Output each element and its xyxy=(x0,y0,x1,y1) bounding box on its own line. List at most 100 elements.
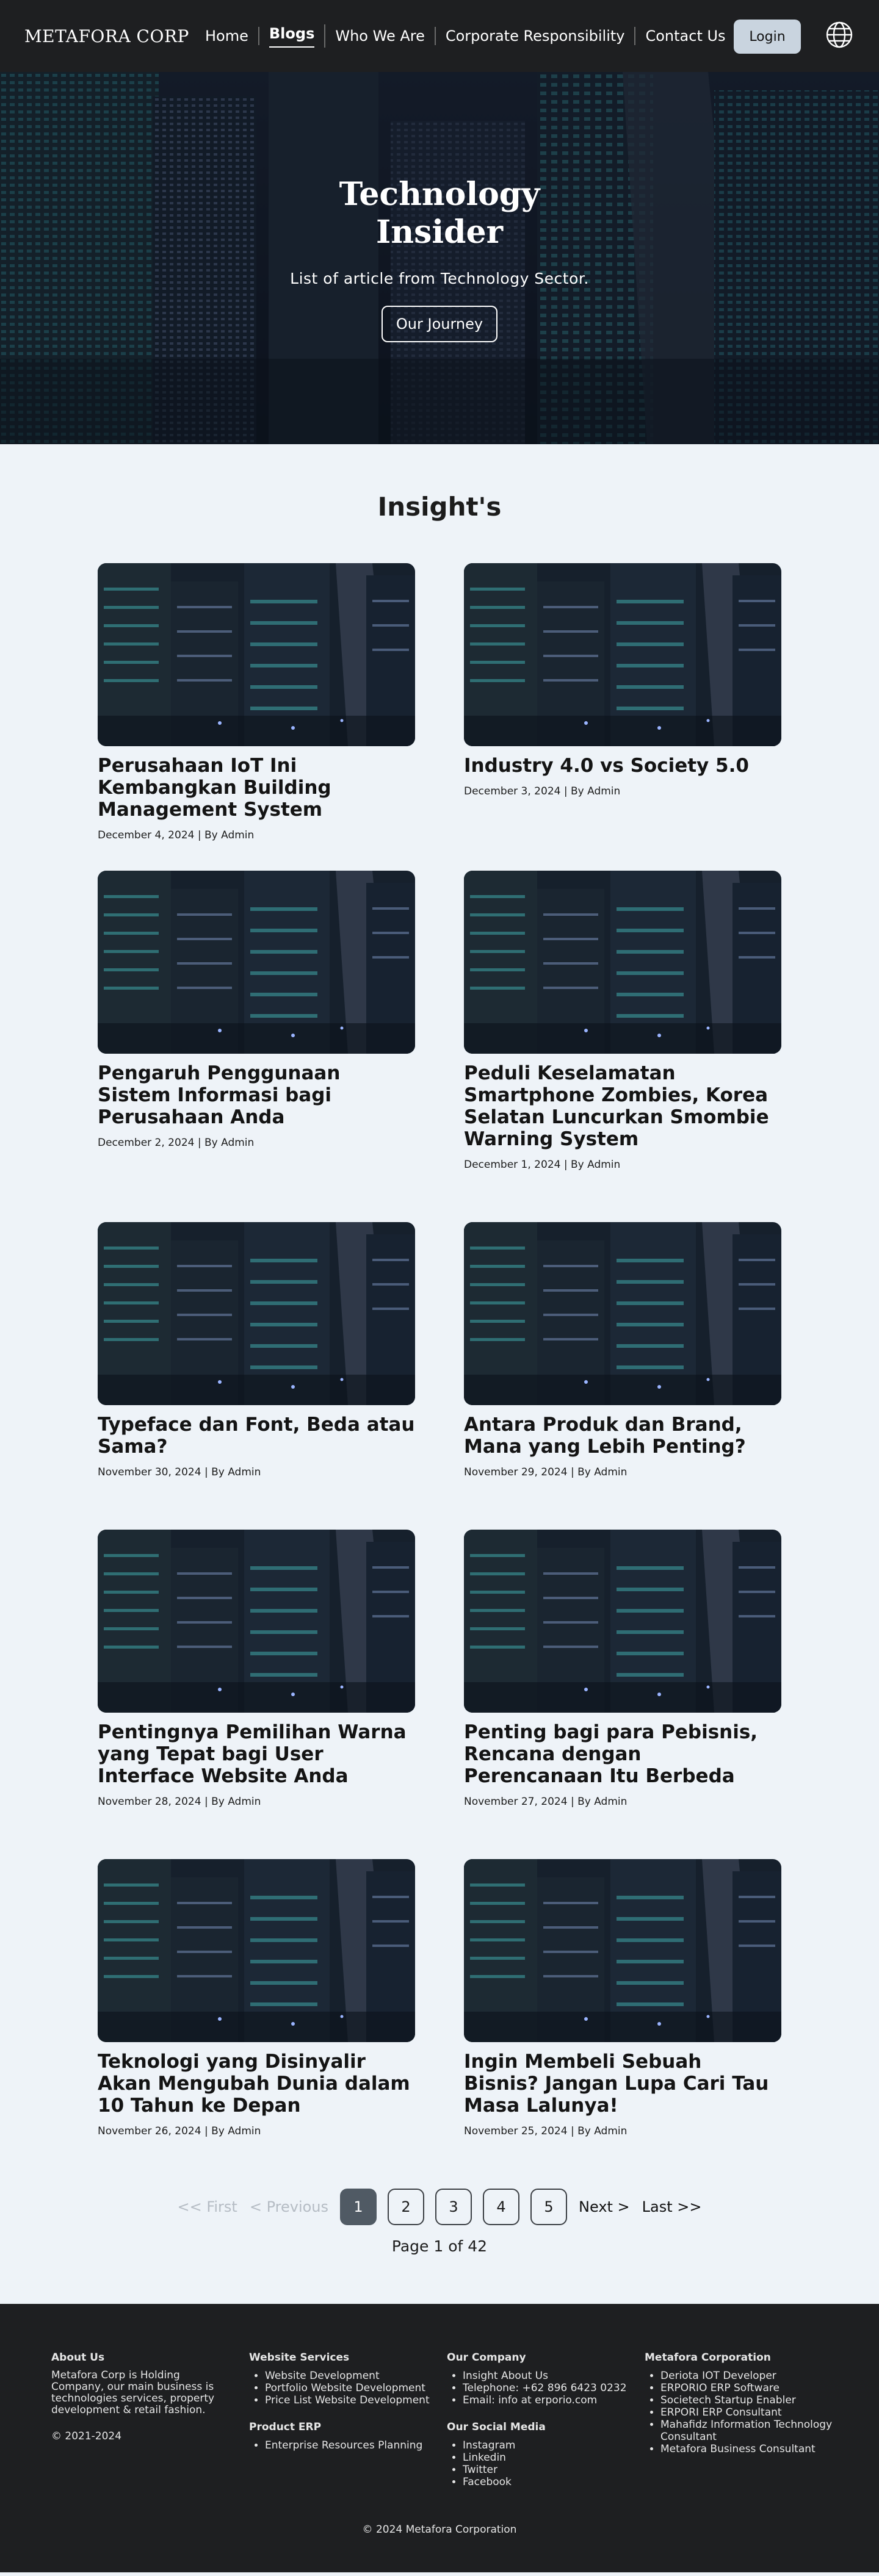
nav-corporate-responsibility-link[interactable]: Corporate Responsibility xyxy=(436,27,636,45)
our-journey-button[interactable]: Our Journey xyxy=(381,306,498,342)
footer-list-item: Mahafidz Information Technology Consulta… xyxy=(660,2419,842,2443)
footer-link[interactable]: ERPORIO ERP Software xyxy=(660,2382,780,2394)
article-card[interactable]: Industry 4.0 vs Society 5.0 December 3, 2… xyxy=(464,563,781,871)
top-navbar: METAFORA CORP Home Blogs Who We Are Corp… xyxy=(0,0,879,72)
article-title[interactable]: Teknologi yang Disinyalir Akan Mengubah … xyxy=(98,2051,415,2117)
article-thumbnail[interactable] xyxy=(98,563,415,746)
footer-about-heading: About Us xyxy=(51,2351,105,2364)
nav-contact-us-link[interactable]: Contact Us xyxy=(635,27,735,45)
page-5-button[interactable]: 5 xyxy=(530,2189,568,2225)
login-button[interactable]: Login xyxy=(734,20,801,54)
footer-services: Website Services Website DevelopmentPort… xyxy=(249,2351,447,2488)
footer-list-item: Enterprise Resources Planning xyxy=(265,2439,447,2452)
footer-list-item: ERPORI ERP Consultant xyxy=(660,2406,842,2419)
article-title[interactable]: Antara Produk dan Brand, Mana yang Lebih… xyxy=(464,1414,781,1458)
article-thumbnail[interactable] xyxy=(464,1222,781,1405)
article-thumbnail[interactable] xyxy=(464,871,781,1054)
article-title[interactable]: Typeface dan Font, Beda atau Sama? xyxy=(98,1414,415,1458)
footer-about: About Us Metafora Corp is Holding Compan… xyxy=(51,2351,249,2488)
footer-link[interactable]: Insight About Us xyxy=(463,2370,548,2382)
footer-list-item: Facebook xyxy=(463,2476,645,2488)
article-thumbnail[interactable] xyxy=(464,1859,781,2042)
article-card[interactable]: Perusahaan IoT Ini Kembangkan Building M… xyxy=(98,563,415,871)
hero-content: Technology Insider List of article from … xyxy=(0,176,879,342)
footer-list-item: Telephone: +62 896 6423 0232 xyxy=(463,2382,645,2394)
previous-page-link[interactable]: < Previous xyxy=(250,2198,328,2215)
nav-blogs-link[interactable]: Blogs xyxy=(259,24,326,48)
footer-link[interactable]: ERPORI ERP Consultant xyxy=(660,2406,782,2419)
nav-who-we-are-link[interactable]: Who We Are xyxy=(325,27,436,45)
footer-link[interactable]: Societech Startup Enabler xyxy=(660,2394,796,2406)
article-meta: November 27, 2024 | By Admin xyxy=(464,1796,628,1808)
page-2-button[interactable]: 2 xyxy=(388,2189,425,2225)
footer-copyright-range: © 2021-2024 xyxy=(51,2430,122,2442)
footer-link[interactable]: Deriota IOT Developer xyxy=(660,2370,776,2382)
article-card[interactable]: Pengaruh Penggunaan Sistem Informasi bag… xyxy=(98,871,415,1222)
page-3-button[interactable]: 3 xyxy=(435,2189,472,2225)
footer-link[interactable]: Price List Website Development xyxy=(265,2394,430,2406)
article-thumbnail[interactable] xyxy=(98,1222,415,1405)
first-page-link[interactable]: << First xyxy=(177,2198,237,2215)
article-title[interactable]: Penting bagi para Pebisnis, Rencana deng… xyxy=(464,1721,781,1787)
footer-list-item: Price List Website Development xyxy=(265,2394,447,2406)
footer-corporation: Metafora Corporation Deriota IOT Develop… xyxy=(645,2351,842,2488)
footer-link[interactable]: Instagram xyxy=(463,2439,516,2452)
footer-link[interactable]: Linkedin xyxy=(463,2452,506,2464)
article-title[interactable]: Pengaruh Penggunaan Sistem Informasi bag… xyxy=(98,1062,415,1128)
footer-link[interactable]: Facebook xyxy=(463,2476,512,2488)
footer-services-heading: Website Services xyxy=(249,2351,350,2364)
article-meta: November 28, 2024 | By Admin xyxy=(98,1796,261,1808)
footer-list-item: Insight About Us xyxy=(463,2370,645,2382)
article-card[interactable]: Pentingnya Pemilihan Warna yang Tepat ba… xyxy=(98,1530,415,1859)
footer-list-item: Instagram xyxy=(463,2439,645,2452)
article-card[interactable]: Typeface dan Font, Beda atau Sama? Novemb… xyxy=(98,1222,415,1530)
article-thumbnail[interactable] xyxy=(464,563,781,746)
article-card[interactable]: Ingin Membeli Sebuah Bisnis? Jangan Lupa… xyxy=(464,1859,781,2189)
pagination: << First < Previous 1 2 3 4 5 Next > Las… xyxy=(0,2189,879,2225)
last-page-link[interactable]: Last >> xyxy=(642,2198,702,2215)
article-card[interactable]: Teknologi yang Disinyalir Akan Mengubah … xyxy=(98,1859,415,2189)
globe-icon[interactable] xyxy=(825,21,853,49)
footer-link[interactable]: Mahafidz Information Technology Consulta… xyxy=(660,2419,832,2443)
footer-link[interactable]: Portfolio Website Development xyxy=(265,2382,425,2394)
article-card[interactable]: Antara Produk dan Brand, Mana yang Lebih… xyxy=(464,1222,781,1530)
article-meta: November 29, 2024 | By Admin xyxy=(464,1466,628,1478)
next-page-link[interactable]: Next > xyxy=(579,2198,630,2215)
footer-about-text: Metafora Corp is Holding Company, our ma… xyxy=(51,2369,215,2416)
footer-list-item: Twitter xyxy=(463,2464,645,2476)
footer-corporation-heading: Metafora Corporation xyxy=(645,2351,771,2364)
article-title[interactable]: Ingin Membeli Sebuah Bisnis? Jangan Lupa… xyxy=(464,2051,781,2117)
article-thumbnail[interactable] xyxy=(464,1530,781,1713)
article-meta: December 2, 2024 | By Admin xyxy=(98,1137,255,1149)
article-title[interactable]: Peduli Keselamatan Smartphone Zombies, K… xyxy=(464,1062,781,1150)
nav-home-link[interactable]: Home xyxy=(195,27,259,45)
footer-link[interactable]: Website Development xyxy=(265,2370,380,2382)
footer-list-item: ERPORIO ERP Software xyxy=(660,2382,842,2394)
site-footer: About Us Metafora Corp is Holding Compan… xyxy=(0,2304,879,2572)
page-1-button[interactable]: 1 xyxy=(340,2189,377,2225)
article-meta: November 26, 2024 | By Admin xyxy=(98,2125,261,2137)
main-menu: Home Blogs Who We Are Corporate Responsi… xyxy=(195,24,736,48)
footer-link[interactable]: Twitter xyxy=(463,2464,497,2476)
footer-link[interactable]: Telephone: +62 896 6423 0232 xyxy=(463,2382,627,2394)
footer-link[interactable]: Email: info at erporio.com xyxy=(463,2394,597,2406)
article-title[interactable]: Perusahaan IoT Ini Kembangkan Building M… xyxy=(98,755,415,821)
article-title[interactable]: Industry 4.0 vs Society 5.0 xyxy=(464,755,781,777)
footer-link[interactable]: Enterprise Resources Planning xyxy=(265,2439,422,2452)
article-card[interactable]: Peduli Keselamatan Smartphone Zombies, K… xyxy=(464,871,781,1222)
footer-list-item: Linkedin xyxy=(463,2452,645,2464)
footer-company-heading: Our Company xyxy=(447,2351,526,2364)
footer-link[interactable]: Metafora Business Consultant xyxy=(660,2443,816,2455)
article-meta: November 25, 2024 | By Admin xyxy=(464,2125,628,2137)
article-title[interactable]: Pentingnya Pemilihan Warna yang Tepat ba… xyxy=(98,1721,415,1787)
brand-logo[interactable]: METAFORA CORP xyxy=(24,26,195,46)
hero-title: Technology Insider xyxy=(339,176,540,251)
article-thumbnail[interactable] xyxy=(98,871,415,1054)
article-thumbnail[interactable] xyxy=(98,1530,415,1713)
article-card[interactable]: Penting bagi para Pebisnis, Rencana deng… xyxy=(464,1530,781,1859)
nav-blogs-label: Blogs xyxy=(269,24,315,48)
page-4-button[interactable]: 4 xyxy=(483,2189,520,2225)
footer-list-item: Societech Startup Enabler xyxy=(660,2394,842,2406)
article-thumbnail[interactable] xyxy=(98,1859,415,2042)
hero-banner: Technology Insider List of article from … xyxy=(0,72,879,444)
